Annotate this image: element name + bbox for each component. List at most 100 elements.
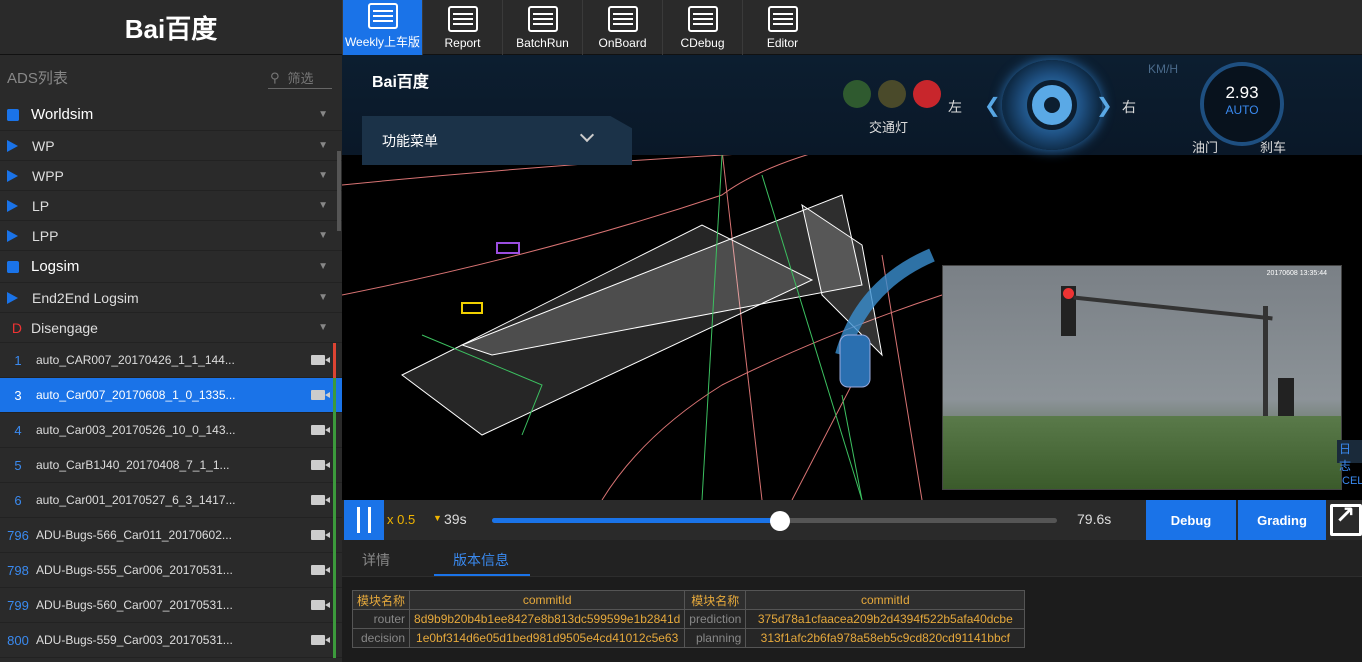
- sidebar-item-wp[interactable]: WP ▼: [0, 131, 342, 161]
- grading-button[interactable]: Grading: [1238, 500, 1326, 540]
- traffic-light-red: [913, 80, 941, 108]
- nav-button-cdebug[interactable]: CDebug: [662, 0, 742, 55]
- simulation-scene[interactable]: Bai百度 交通灯 左 ❮ ❯ 右 KM/H 2.93 AUTO 油门 刹车 功…: [342, 55, 1362, 500]
- sidebar-item-label: WPP: [32, 167, 64, 184]
- detail-tabs: 详情 版本信息: [342, 540, 1362, 577]
- video-camera-icon[interactable]: [311, 635, 330, 645]
- sidebar-scrollbar[interactable]: [337, 151, 341, 231]
- list-item[interactable]: 798 ADU-Bugs-555_Car006_20170531...: [0, 553, 342, 588]
- progress-fill: [492, 518, 781, 523]
- sidebar-item-label: LPP: [32, 227, 59, 244]
- speed-gauge: 2.93 AUTO: [1200, 62, 1284, 146]
- nav-button-onboard[interactable]: OnBoard: [582, 0, 662, 55]
- current-time: 39s: [444, 511, 467, 527]
- sidebar-item-lp[interactable]: LP ▼: [0, 191, 342, 221]
- nav-button-batchrun[interactable]: BatchRun: [502, 0, 582, 55]
- sidebar-item-label: Worldsim: [31, 106, 94, 123]
- commit-id: 1e0bf314d6e05d1bed981d9505e4cd41012c5e63: [409, 628, 686, 648]
- chevron-down-icon: ▼: [318, 200, 328, 211]
- nav-button-report[interactable]: Report: [422, 0, 502, 55]
- tab-version-info[interactable]: 版本信息: [453, 550, 509, 570]
- module-name: prediction: [684, 609, 747, 629]
- commit-id: 8d9b9b20b4b1ee8427e8b813dc599599e1b2841d: [409, 609, 686, 629]
- list-item[interactable]: 799 ADU-Bugs-560_Car007_20170531...: [0, 588, 342, 623]
- list-item[interactable]: 796 ADU-Bugs-566_Car011_20170602...: [0, 518, 342, 553]
- sidebar-item-lpp[interactable]: LPP ▼: [0, 221, 342, 251]
- nav-label: Weekly上车版: [344, 35, 421, 49]
- status-indicator: [333, 343, 336, 378]
- video-camera-icon[interactable]: [311, 425, 330, 435]
- list-item[interactable]: 5 auto_CarB1J40_20170408_7_1_1...: [0, 448, 342, 483]
- log-number: 799: [7, 597, 29, 613]
- search-icon: ⚲: [270, 69, 280, 85]
- status-indicator: [333, 413, 336, 448]
- list-item[interactable]: 6 auto_Car001_20170527_6_3_1417...: [0, 483, 342, 518]
- tab-details[interactable]: 详情: [362, 550, 390, 570]
- header-commit: commitId: [409, 590, 686, 610]
- status-indicator: [333, 378, 336, 413]
- video-camera-icon[interactable]: [311, 495, 330, 505]
- list-item[interactable]: 4 auto_Car003_20170526_10_0_143...: [0, 413, 342, 448]
- baidu-logo: Bai百度: [0, 0, 342, 55]
- header-module: 模块名称: [684, 590, 747, 610]
- expand-icon[interactable]: [1330, 501, 1362, 536]
- chevron-down-icon: ▼: [318, 140, 328, 151]
- side-tab-cel[interactable]: CEL: [1342, 475, 1362, 487]
- list-item[interactable]: 800 ADU-Bugs-559_Car003_20170531...: [0, 623, 342, 658]
- module-name: planning: [684, 628, 747, 648]
- table-row: router 8d9b9b20b4b1ee8427e8b813dc599599e…: [351, 609, 1026, 629]
- sidebar-item-disengage[interactable]: D Disengage ▼: [0, 313, 342, 343]
- log-number: 5: [14, 457, 22, 473]
- play-icon: [7, 291, 18, 304]
- chevron-right-icon: ❯: [1096, 95, 1113, 117]
- log-name: auto_Car001_20170527_6_3_1417...: [36, 493, 236, 507]
- list-item[interactable]: 1 auto_CAR007_20170426_1_1_144...: [0, 343, 342, 378]
- log-name: auto_Car003_20170526_10_0_143...: [36, 423, 236, 437]
- nav-button-weekly[interactable]: Weekly上车版: [342, 0, 422, 55]
- progress-handle[interactable]: [770, 511, 791, 531]
- log-number: 796: [7, 527, 29, 543]
- nav-label: BatchRun: [516, 36, 569, 50]
- filter-input[interactable]: ⚲ 筛选: [268, 67, 332, 89]
- playback-rate[interactable]: x 0.5: [387, 512, 415, 527]
- sidebar-item-wpp[interactable]: WPP ▼: [0, 161, 342, 191]
- batch-run-icon: [527, 6, 558, 32]
- module-name: router: [351, 609, 411, 629]
- video-camera-icon[interactable]: [311, 390, 330, 400]
- nav-button-editor[interactable]: Editor: [742, 0, 822, 55]
- hud-baidu-logo: Bai百度: [372, 74, 429, 91]
- pause-button[interactable]: [344, 500, 384, 540]
- sidebar-item-end2end-logsim[interactable]: End2End Logsim ▼: [0, 283, 342, 313]
- chevron-down-icon: ▼: [318, 109, 328, 120]
- status-indicator: [333, 483, 336, 518]
- version-info-panel: 模块名称 commitId 模块名称 commitId router 8d9b9…: [342, 577, 1362, 662]
- chevron-down-icon: ▼: [318, 170, 328, 181]
- progress-slider[interactable]: [492, 511, 1057, 531]
- video-camera-icon[interactable]: [311, 355, 330, 365]
- video-camera-icon[interactable]: [311, 565, 330, 575]
- video-camera-icon[interactable]: [311, 460, 330, 470]
- folder-icon: [7, 260, 19, 273]
- sidebar-header: ADS列表 ⚲ 筛选: [0, 55, 342, 99]
- function-menu-dropdown[interactable]: 功能菜单: [362, 116, 632, 165]
- caret-down-icon[interactable]: ▼: [433, 513, 442, 523]
- video-camera-icon[interactable]: [311, 600, 330, 610]
- video-camera-icon[interactable]: [311, 530, 330, 540]
- function-menu-label: 功能菜单: [382, 132, 438, 149]
- log-name: auto_Car007_20170608_1_0_1335...: [36, 388, 236, 402]
- traffic-light-label: 交通灯: [869, 120, 909, 135]
- status-indicator: [333, 588, 336, 623]
- debug-button[interactable]: Debug: [1146, 500, 1236, 540]
- list-item[interactable]: 3 auto_Car007_20170608_1_0_1335...: [0, 378, 342, 413]
- log-number: 800: [7, 632, 29, 648]
- playback-bar: x 0.5 ▼ 39s 79.6s Debug Grading: [342, 500, 1362, 540]
- nav-label: CDebug: [680, 36, 725, 50]
- sidebar-item-label: Disengage: [31, 319, 98, 336]
- sidebar-item-worldsim[interactable]: Worldsim ▼: [0, 99, 342, 131]
- clapboard-w-icon: [367, 3, 398, 29]
- sidebar-item-logsim[interactable]: Logsim ▼: [0, 251, 342, 283]
- ads-sidebar: ADS列表 ⚲ 筛选 Worldsim ▼ WP ▼ WPP ▼ LP ▼ LPP ▼ Logsim…: [0, 55, 342, 662]
- log-name: ADU-Bugs-560_Car007_20170531...: [36, 598, 233, 612]
- folder-icon: [7, 108, 19, 121]
- side-tab-log[interactable]: 日志: [1337, 440, 1362, 473]
